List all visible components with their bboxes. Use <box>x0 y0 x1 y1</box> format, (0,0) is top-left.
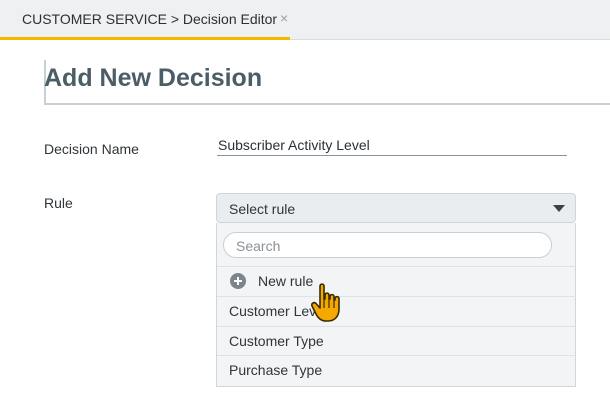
chevron-down-icon[interactable] <box>553 205 565 212</box>
search-input[interactable] <box>236 237 536 255</box>
rule-option-customer-type[interactable]: Customer Type <box>217 326 576 355</box>
decision-name-field[interactable] <box>217 134 567 156</box>
title-divider <box>44 103 610 105</box>
rule-select-value: Select rule <box>229 201 296 217</box>
new-rule-option[interactable]: New rule <box>217 266 576 295</box>
tab-decision-editor[interactable]: CUSTOMER SERVICE > Decision Editor × <box>0 0 290 40</box>
rule-option-label: Purchase Type <box>229 362 323 378</box>
search-box[interactable] <box>223 232 552 258</box>
new-rule-label: New rule <box>258 273 314 289</box>
rule-option-purchase-type[interactable]: Purchase Type <box>217 355 576 384</box>
rule-option-customer-level[interactable]: Customer Level <box>217 296 576 325</box>
rule-dropdown: New rule Customer Level Customer Type Pu… <box>216 223 576 387</box>
decision-name-label: Decision Name <box>44 141 139 157</box>
close-icon[interactable]: × <box>280 9 288 27</box>
hand-pointer-icon <box>311 283 340 322</box>
tab-label: CUSTOMER SERVICE > Decision Editor <box>22 11 278 27</box>
tab-bar: CUSTOMER SERVICE > Decision Editor × <box>0 0 610 40</box>
rule-select[interactable]: Select rule <box>216 193 576 223</box>
page-title: Add New Decision <box>44 64 263 92</box>
rule-label: Rule <box>44 195 73 211</box>
rule-option-label: Customer Type <box>229 333 324 349</box>
plus-circle-icon <box>230 273 246 289</box>
